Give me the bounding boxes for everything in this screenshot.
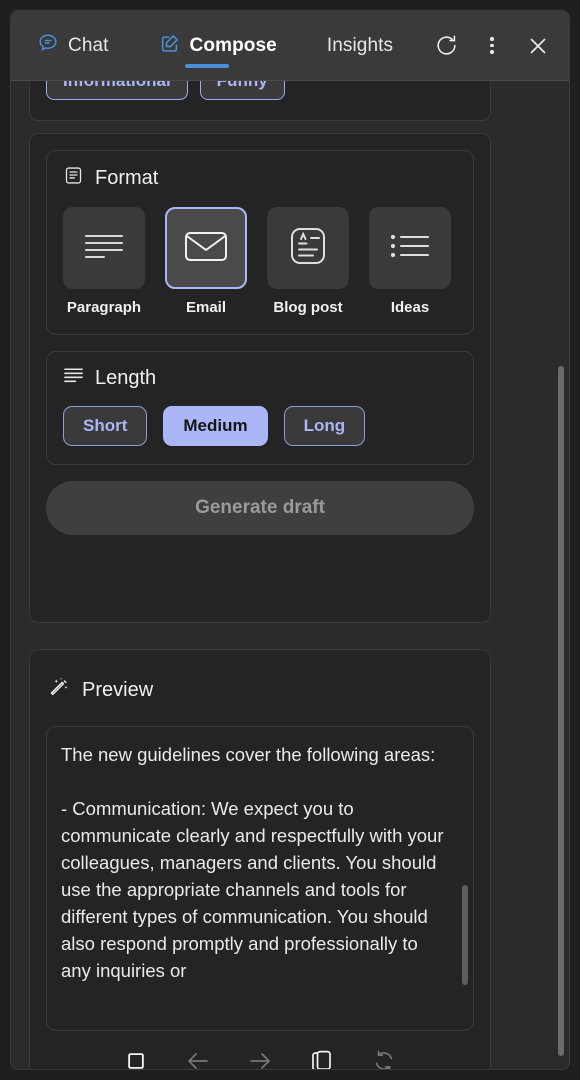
length-section: Length Short Medium Long [46, 351, 474, 465]
format-option-blog-post[interactable]: Blog post [267, 207, 349, 316]
blog-post-icon [286, 224, 330, 273]
close-icon[interactable] [521, 29, 555, 63]
length-options-row: Short Medium Long [63, 406, 457, 446]
length-option-medium[interactable]: Medium [163, 406, 268, 446]
length-section-title: Length [95, 366, 157, 389]
panel-scroll-body: Informational Funny [11, 43, 569, 1069]
magic-wand-icon [48, 676, 71, 704]
vertical-dots [490, 37, 494, 54]
format-option-email-label: Email [185, 299, 227, 316]
preview-body-text: The new guidelines cover the following a… [61, 744, 444, 981]
envelope-icon [182, 227, 230, 270]
tab-chat-label: Chat [68, 34, 109, 56]
format-section-header: Format [63, 165, 457, 191]
tab-compose[interactable]: Compose [155, 11, 281, 81]
copy-icon[interactable] [304, 1043, 340, 1069]
format-option-blog-post-label: Blog post [273, 299, 343, 316]
stop-icon[interactable] [118, 1043, 154, 1069]
arrow-left-icon[interactable] [180, 1043, 216, 1069]
active-tab-indicator [184, 63, 229, 68]
tab-insights[interactable]: Insights [323, 11, 397, 81]
length-option-short[interactable]: Short [63, 406, 148, 446]
composer-panel: Chat Compose Insights Format Paragraph E… [0, 0, 580, 1080]
length-option-long[interactable]: Long [283, 406, 366, 446]
chat-bubble-icon [37, 32, 59, 59]
format-option-email-box [165, 207, 247, 289]
length-option-short-label: Short [83, 416, 128, 435]
more-options-icon[interactable] [475, 29, 509, 63]
format-document-icon [63, 165, 84, 191]
bulleted-list-icon [387, 228, 433, 269]
tab-compose-label: Compose [189, 34, 277, 56]
text-lines-icon [63, 366, 84, 390]
format-option-paragraph-label: Paragraph [66, 299, 142, 316]
preview-text-box[interactable]: The new guidelines cover the following a… [46, 726, 474, 1031]
format-option-ideas[interactable]: Ideas [369, 207, 451, 316]
preview-actions-row [30, 1043, 490, 1069]
compose-pencil-icon [159, 32, 181, 59]
format-options-row: Paragraph Email Blog post Ideas [63, 207, 457, 316]
format-section-title: Format [95, 166, 159, 189]
length-option-long-label: Long [303, 416, 346, 435]
format-option-ideas-label: Ideas [390, 299, 430, 316]
format-option-blog-post-box [267, 207, 349, 289]
preview-title: Preview [82, 678, 154, 701]
panel-scrollbar-track[interactable] [555, 81, 567, 1069]
arrow-right-icon[interactable] [242, 1043, 278, 1069]
format-option-email[interactable]: Email [165, 207, 247, 316]
panel-header: Chat Compose Insights [11, 11, 569, 81]
length-option-medium-label: Medium [183, 416, 248, 435]
panel-frame: Chat Compose Insights Format Paragraph E… [10, 10, 570, 1070]
format-option-paragraph-box [63, 207, 145, 289]
panel-scrollbar-thumb[interactable] [558, 366, 564, 1056]
generate-draft-label: Generate draft [195, 497, 325, 518]
tab-insights-label: Insights [326, 34, 394, 56]
options-panel: Format Paragraph Email Blog post Ideas L… [29, 133, 491, 623]
tab-chat[interactable]: Chat [33, 11, 113, 81]
regenerate-icon[interactable] [366, 1043, 402, 1069]
length-section-header: Length [63, 366, 457, 390]
paragraph-lines-icon [81, 226, 127, 271]
format-option-ideas-box [369, 207, 451, 289]
preview-panel: Preview The new guidelines cover the fol… [29, 649, 491, 1069]
format-section: Format Paragraph Email Blog post Ideas [46, 150, 474, 335]
preview-scrollbar-thumb[interactable] [462, 885, 468, 985]
generate-draft-button[interactable]: Generate draft [46, 481, 474, 535]
preview-header: Preview [30, 650, 490, 704]
format-option-paragraph[interactable]: Paragraph [63, 207, 145, 316]
refresh-icon[interactable] [429, 29, 463, 63]
